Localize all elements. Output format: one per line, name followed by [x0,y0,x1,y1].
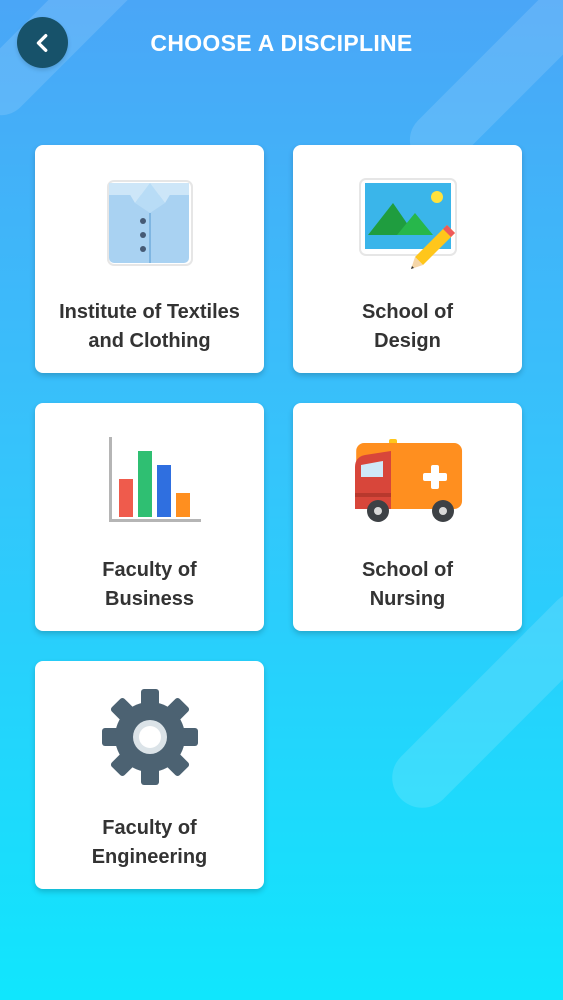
shirt-icon [106,180,193,266]
discipline-label: Faculty of Business [102,559,197,610]
discipline-card-business[interactable]: Faculty of Business [35,403,264,631]
discipline-card-engineering[interactable]: Faculty of Engineering [35,661,264,889]
discipline-card-textiles[interactable]: Institute of Textiles and Clothing [35,145,264,373]
discipline-card-nursing[interactable]: School of Nursing [293,403,522,631]
page-title: CHOOSE A DISCIPLINE [150,30,413,56]
discipline-label: Faculty of Engineering [91,817,208,868]
gear-icon [101,689,198,785]
discipline-label: School of Design [361,301,454,352]
bar-chart-icon [108,437,201,522]
discipline-card-design[interactable]: School of Design [293,145,522,373]
discipline-label: School of Nursing [361,559,454,610]
ambulance-icon [354,439,462,522]
image-pencil-icon [358,178,457,269]
discipline-label: Institute of Textiles and Clothing [59,301,240,352]
